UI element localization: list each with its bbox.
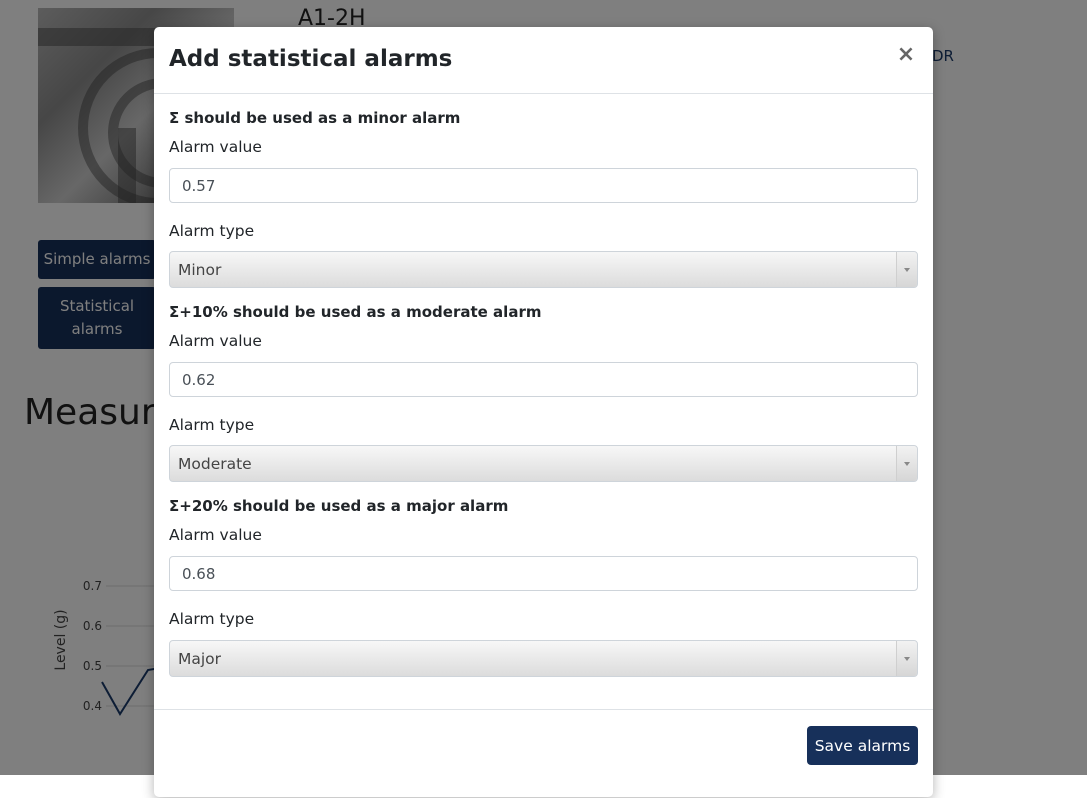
minor-alarm-type-select[interactable]: Minor [169, 251, 918, 288]
modal-title: Add statistical alarms [169, 46, 453, 72]
close-icon[interactable]: × [895, 44, 917, 66]
moderate-alarm-value-label: Alarm value [169, 332, 262, 350]
major-alarm-type-label: Alarm type [169, 610, 255, 628]
minor-alarm-type-value: Minor [178, 260, 222, 279]
moderate-alarm-title: Σ+10% should be used as a moderate alarm [169, 303, 542, 321]
statistical-alarms-modal: Add statistical alarms × Σ should be use… [154, 27, 933, 797]
major-alarm-title: Σ+20% should be used as a major alarm [169, 497, 509, 515]
moderate-alarm-value: 0.62 [182, 370, 216, 389]
moderate-alarm-type-label: Alarm type [169, 416, 255, 434]
moderate-alarm-type-value: Moderate [178, 454, 252, 473]
modal-header: Add statistical alarms × [154, 27, 933, 94]
minor-alarm-type-label: Alarm type [169, 222, 255, 240]
moderate-alarm-type-select[interactable]: Moderate [169, 445, 918, 482]
chevron-down-icon[interactable] [896, 252, 917, 287]
minor-alarm-value-input[interactable]: 0.57 [169, 168, 918, 203]
major-alarm-value-label: Alarm value [169, 526, 262, 544]
minor-alarm-value-label: Alarm value [169, 138, 262, 156]
major-alarm-value: 0.68 [182, 564, 216, 583]
save-alarms-button[interactable]: Save alarms [807, 726, 918, 765]
major-alarm-type-select[interactable]: Major [169, 640, 918, 677]
moderate-alarm-value-input[interactable]: 0.62 [169, 362, 918, 397]
modal-footer: Save alarms [154, 709, 933, 798]
chevron-down-icon[interactable] [896, 641, 917, 676]
minor-alarm-title: Σ should be used as a minor alarm [169, 109, 461, 127]
major-alarm-value-input[interactable]: 0.68 [169, 556, 918, 591]
chevron-down-icon[interactable] [896, 446, 917, 481]
minor-alarm-value: 0.57 [182, 176, 216, 195]
major-alarm-type-value: Major [178, 649, 222, 668]
